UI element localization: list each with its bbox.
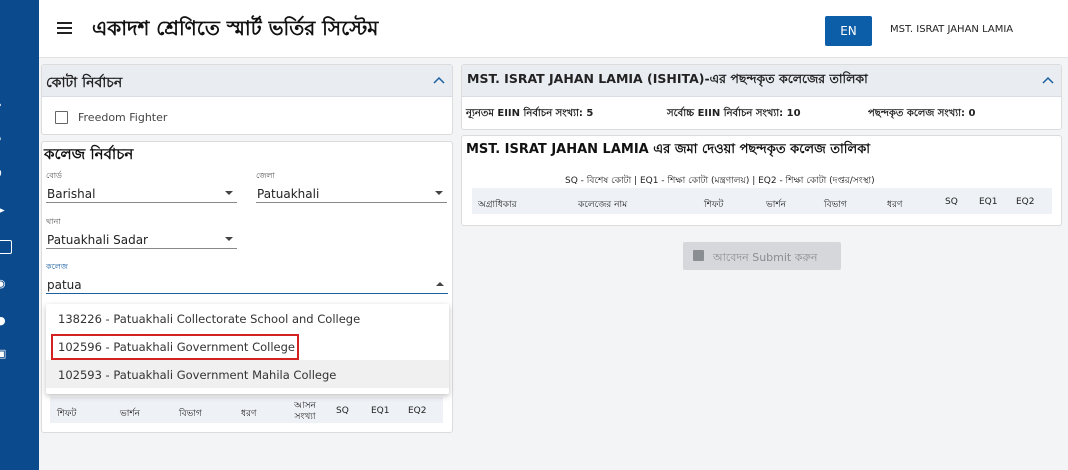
col-type: ধরণ [241, 409, 257, 419]
quota-panel-header[interactable]: কোটা নির্বাচন [42, 65, 452, 97]
menu-dot-icon[interactable]: • [0, 100, 3, 112]
quota-legend: SQ - বিশেষ কোটা | EQ1 - শিক্ষা কোটা (মন্… [565, 176, 875, 186]
info-icon[interactable]: ● [0, 315, 6, 327]
col-seats: আসন সংখ্যা [294, 401, 316, 422]
college-input-value: patua [47, 278, 82, 292]
col-version: ভার্শন [120, 409, 141, 419]
caret-up-icon[interactable] [436, 282, 444, 286]
preferred-list-title: MST. ISRAT JAHAN LAMIA (ISHITA)-এর পছন্দ… [467, 71, 868, 86]
district-select[interactable]: Patuakhali [256, 185, 447, 203]
district-label: জেলা [256, 171, 275, 180]
save-icon [693, 250, 704, 261]
caret-down-icon [225, 237, 233, 241]
thana-label: থানা [46, 217, 61, 226]
college-option-selected[interactable]: 102596 - Patuakhali Government College [46, 332, 449, 360]
highlight-frame [51, 334, 299, 360]
col-sq: SQ [945, 197, 958, 207]
col-shift: শিফট [57, 409, 77, 419]
hamburger-icon[interactable] [57, 22, 72, 34]
app-title: একাদশ শ্রেণিতে স্মার্ট ভর্তির সিস্টেম [92, 16, 379, 40]
col-department: বিভাগ [824, 200, 847, 210]
link-icon[interactable]: ∂ [0, 168, 2, 180]
college-select-title: কলেজ নির্বাচন [44, 145, 134, 163]
college-dropdown: 138226 - Patuakhali Collectorate School … [46, 304, 449, 394]
quota-panel: কোটা নির্বাচন Freedom Fighter [41, 64, 453, 135]
col-eq2: EQ2 [1016, 197, 1035, 207]
college-option[interactable]: 102593 - Patuakhali Government Mahila Co… [46, 360, 449, 388]
col-shift: শিফট [704, 200, 724, 210]
college-option[interactable]: 138226 - Patuakhali Collectorate School … [46, 304, 449, 332]
quota-title: কোটা নির্বাচন [46, 75, 123, 91]
submit-application-button[interactable]: আবেদন Submit করুন [683, 242, 841, 270]
col-priority: অগ্রাধিকার [478, 200, 517, 210]
search-icon[interactable]: ⌕ [0, 133, 2, 145]
language-button[interactable]: EN [825, 16, 872, 46]
col-eq1: EQ1 [371, 406, 390, 416]
caret-down-icon [225, 191, 233, 195]
edit-icon[interactable] [0, 240, 12, 254]
college-table-header: শিফট ভার্শন বিভাগ ধরণ আসন সংখ্যা SQ EQ1 … [50, 397, 443, 423]
send-icon[interactable]: ➤ [0, 205, 5, 217]
freedom-fighter-checkbox[interactable] [55, 111, 68, 124]
print-icon[interactable]: ▣ [0, 348, 6, 360]
eye-icon[interactable]: ◉ [0, 278, 6, 290]
chosen-college-count: পছন্দকৃত কলেজ সংখ্যা: 0 [868, 108, 976, 119]
col-version: ভার্শন [766, 200, 787, 210]
user-name[interactable]: MST. ISRAT JAHAN LAMIA [890, 24, 1013, 35]
top-bar: একাদশ শ্রেণিতে স্মার্ট ভর্তির সিস্টেম EN… [39, 0, 1068, 58]
college-label: কলেজ [46, 262, 68, 271]
college-autocomplete-input[interactable]: patua [46, 276, 448, 294]
max-eiin-count: সর্বোচ্চ EIIN নির্বাচন সংখ্যা: 10 [667, 108, 801, 119]
submitted-table-header: অগ্রাধিকার কলেজের নাম শিফট ভার্শন বিভাগ … [472, 188, 1052, 214]
preferred-list-header[interactable]: MST. ISRAT JAHAN LAMIA (ISHITA)-এর পছন্দ… [462, 65, 1061, 97]
col-eq1: EQ1 [979, 197, 998, 207]
col-college-name: কলেজের নাম [578, 200, 628, 210]
district-value: Patuakhali [257, 187, 320, 201]
col-sq: SQ [336, 406, 349, 416]
col-department: বিভাগ [179, 409, 202, 419]
chevron-up-icon[interactable] [1041, 73, 1055, 87]
min-eiin-count: ন্যূনতম EIIN নির্বাচন সংখ্যা: 5 [466, 108, 594, 119]
sidebar: › • ⌕ ∂ ➤ ◉ ● ▣ [0, 0, 39, 470]
submit-label: আবেদন Submit করুন [713, 251, 818, 264]
freedom-fighter-label: Freedom Fighter [78, 111, 168, 124]
board-label: বোর্ড [46, 171, 62, 180]
submitted-list-title: MST. ISRAT JAHAN LAMIA এর জমা দেওয়া পছন… [466, 142, 871, 157]
thana-select[interactable]: Patuakhali Sadar [46, 231, 237, 249]
col-type: ধরণ [887, 200, 903, 210]
col-eq2: EQ2 [408, 406, 427, 416]
thana-value: Patuakhali Sadar [47, 233, 148, 247]
board-value: Barishal [47, 187, 96, 201]
caret-down-icon [435, 191, 443, 195]
board-select[interactable]: Barishal [46, 185, 237, 203]
chevron-up-icon[interactable] [432, 73, 446, 87]
